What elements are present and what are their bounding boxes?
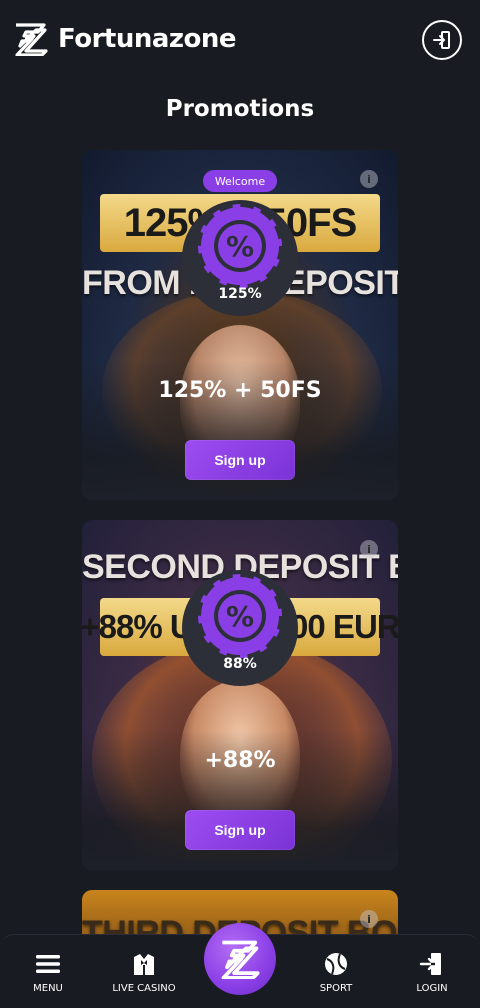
promo-card-welcome[interactable]: 125% + 50FS FROM 1ST DEPOSIT Welcome i %… [82, 150, 398, 500]
info-icon[interactable]: i [360, 910, 378, 928]
info-icon[interactable]: i [360, 170, 378, 188]
hamburger-menu-icon [36, 955, 60, 973]
offer-title: +88% [204, 748, 276, 773]
tennis-ball-icon [325, 953, 347, 975]
brand-name: Fortunazone [58, 24, 237, 54]
page-title: Promotions [165, 96, 315, 122]
percent-chip: % 88% [180, 568, 300, 688]
dealer-icon [134, 954, 154, 975]
svg-text:%: % [226, 600, 254, 633]
nav-menu-label: MENU [33, 983, 63, 994]
percent-chip: % 125% [180, 198, 300, 318]
top-header: Fortunazone [0, 0, 480, 80]
welcome-badge: Welcome [203, 170, 277, 192]
fortunazone-logo-icon [221, 940, 260, 979]
brand-logo[interactable]: Fortunazone [14, 22, 237, 56]
signup-button[interactable]: Sign up [185, 810, 295, 850]
login-button[interactable] [422, 20, 462, 60]
home-logo-button[interactable] [204, 923, 276, 995]
nav-login-label: LOGIN [416, 983, 448, 994]
nav-live-casino-label: LIVE CASINO [112, 983, 176, 994]
chip-percent-value: 88% [223, 656, 257, 672]
offer-title: 125% + 50FS [158, 378, 322, 403]
fortunazone-logo-icon [15, 23, 48, 56]
info-icon[interactable]: i [360, 540, 378, 558]
login-icon [419, 953, 441, 975]
promo-card-second-deposit[interactable]: SECOND DEPOSIT BONUS +88% UP TO 500 EUR … [82, 520, 398, 870]
nav-sport[interactable]: SPORT [296, 951, 376, 994]
nav-menu[interactable]: MENU [8, 951, 88, 994]
login-icon [433, 31, 450, 49]
bottom-nav: MENU LIVE CASINO SPORT LOGIN [0, 923, 480, 1008]
svg-text:%: % [226, 230, 254, 263]
nav-sport-label: SPORT [319, 983, 353, 994]
chip-percent-value: 125% [218, 286, 262, 302]
signup-button[interactable]: Sign up [185, 440, 295, 480]
nav-live-casino[interactable]: LIVE CASINO [104, 951, 184, 994]
nav-login[interactable]: LOGIN [392, 951, 472, 994]
